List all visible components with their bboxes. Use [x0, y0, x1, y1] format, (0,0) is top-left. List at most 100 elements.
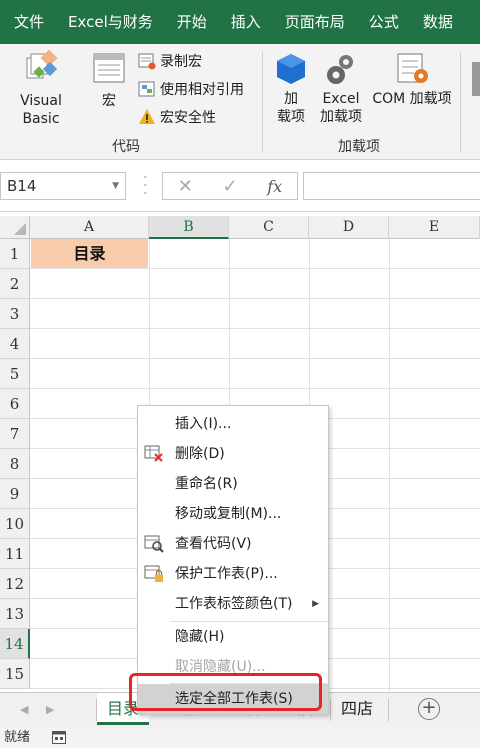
relative-reference-icon — [138, 81, 155, 97]
menu-item-view-code[interactable]: 查看代码(V) — [138, 529, 328, 559]
scroll-left-icon[interactable]: ◀ — [20, 703, 28, 716]
add-sheet-button[interactable]: + — [418, 698, 440, 720]
record-macro-label: 录制宏 — [160, 54, 202, 70]
name-box[interactable]: B14 ▼ — [0, 172, 126, 200]
visual-basic-button[interactable]: Visual Basic — [0, 50, 82, 128]
menu-label: 重命名(R) — [175, 476, 238, 492]
cancel-icon[interactable]: ✕ — [178, 176, 193, 197]
excel-addins-label-1: Excel — [322, 91, 360, 107]
row-header[interactable]: 12 — [0, 569, 30, 599]
gridline — [30, 298, 480, 299]
select-all-corner[interactable] — [0, 216, 30, 239]
column-header-b[interactable]: B — [149, 216, 229, 239]
excel-addins-button[interactable]: Excel 加载项 — [316, 52, 366, 126]
menu-item-hide[interactable]: 隐藏(H) — [138, 622, 328, 652]
macros-label: 宏 — [102, 93, 116, 109]
insert-function-icon[interactable]: fx — [267, 177, 282, 196]
row-header-selected[interactable]: 14 — [0, 629, 30, 659]
sheet-context-menu: 插入(I)... 删除(D) 重命名(R) 移动或复制(M)... 查看代码(V… — [137, 405, 329, 715]
sheet-tab-store-4[interactable]: 四店 — [331, 693, 383, 725]
enter-icon[interactable]: ✓ — [223, 176, 238, 197]
tab-insert[interactable]: 插入 — [219, 0, 273, 44]
row-header[interactable]: 6 — [0, 389, 30, 419]
group-separator — [460, 52, 461, 152]
addins-label-1: 加 — [284, 91, 298, 107]
gridline — [30, 268, 480, 269]
status-bar: 就绪 — [0, 728, 480, 748]
relative-reference-label: 使用相对引用 — [160, 82, 244, 98]
chevron-right-icon: ▶ — [312, 599, 319, 609]
row-header[interactable]: 9 — [0, 479, 30, 509]
tab-formulas[interactable]: 公式 — [357, 0, 411, 44]
menu-item-delete[interactable]: 删除(D) — [138, 439, 328, 469]
ribbon-overflow-icon — [472, 62, 480, 96]
row-header[interactable]: 10 — [0, 509, 30, 539]
row-header[interactable]: 4 — [0, 329, 30, 359]
column-header-d[interactable]: D — [309, 216, 389, 239]
macros-icon — [93, 53, 125, 83]
tab-home[interactable]: 开始 — [165, 0, 219, 44]
tab-separator — [388, 699, 389, 721]
menu-item-tab-color[interactable]: 工作表标签颜色(T) ▶ — [138, 589, 328, 619]
macros-button[interactable]: 宏 — [88, 50, 130, 110]
row-header[interactable]: 3 — [0, 299, 30, 329]
menu-item-insert[interactable]: 插入(I)... — [138, 409, 328, 439]
menu-label: 保护工作表(P)... — [175, 566, 278, 582]
relative-reference-button[interactable]: 使用相对引用 — [138, 78, 244, 100]
tab-excel-finance[interactable]: Excel与财务 — [56, 0, 165, 44]
formula-input[interactable] — [303, 172, 480, 200]
menu-item-move-copy[interactable]: 移动或复制(M)... — [138, 499, 328, 529]
formula-bar: B14 ▼ · · · ✕ ✓ fx — [0, 160, 480, 212]
column-header-c[interactable]: C — [229, 216, 309, 239]
status-ready: 就绪 — [4, 730, 31, 745]
warning-icon — [139, 109, 155, 124]
macro-security-button[interactable]: 宏安全性 — [138, 106, 216, 128]
menu-item-rename[interactable]: 重命名(R) — [138, 469, 328, 499]
column-header-a[interactable]: A — [30, 216, 149, 239]
annotation-highlight-box — [129, 673, 322, 711]
row-header[interactable]: 1 — [0, 239, 30, 269]
gear-icon — [327, 55, 353, 84]
com-addins-label: COM 加载项 — [372, 91, 452, 107]
formula-buttons: ✕ ✓ fx — [162, 172, 298, 200]
row-header[interactable]: 8 — [0, 449, 30, 479]
tab-file[interactable]: 文件 — [0, 0, 56, 44]
gridline — [389, 239, 390, 692]
tab-data[interactable]: 数据 — [411, 0, 465, 44]
row-header[interactable]: 2 — [0, 269, 30, 299]
com-addins-button[interactable]: COM 加载项 — [366, 52, 458, 108]
row-header[interactable]: 7 — [0, 419, 30, 449]
record-macro-button[interactable]: 录制宏 — [138, 50, 202, 72]
menu-label: 插入(I)... — [175, 416, 232, 432]
macro-record-status-icon[interactable] — [52, 731, 66, 744]
ribbon-developer: Visual Basic 宏 录制宏 使用相对引用 宏安全性 代码 加 载项 E… — [0, 44, 480, 160]
menu-label: 移动或复制(M)... — [175, 506, 282, 522]
delete-sheet-icon — [144, 445, 163, 462]
tab-page-layout[interactable]: 页面布局 — [273, 0, 357, 44]
row-header[interactable]: 11 — [0, 539, 30, 569]
macro-security-label: 宏安全性 — [160, 110, 216, 126]
addins-button[interactable]: 加 载项 — [270, 52, 312, 126]
row-header[interactable]: 5 — [0, 359, 30, 389]
chevron-down-icon[interactable]: ▼ — [112, 173, 119, 199]
column-header-e[interactable]: E — [389, 216, 480, 239]
lock-icon — [144, 565, 163, 582]
cell-a1[interactable]: 目录 — [31, 239, 148, 268]
gridline — [30, 388, 480, 389]
menu-label: 查看代码(V) — [175, 536, 252, 552]
addins-label-2: 载项 — [277, 109, 305, 125]
com-addins-icon — [397, 53, 428, 83]
menu-item-protect-sheet[interactable]: 保护工作表(P)... — [138, 559, 328, 589]
excel-addins-label-2: 加载项 — [320, 109, 362, 125]
drag-handle-icon[interactable]: · · · — [143, 171, 147, 201]
group-label-code: 代码 — [112, 139, 140, 155]
menu-label: 工作表标签颜色(T) — [175, 596, 293, 612]
row-header[interactable]: 13 — [0, 599, 30, 629]
menu-label: 删除(D) — [175, 446, 225, 462]
scroll-right-icon[interactable]: ▶ — [46, 703, 54, 716]
group-label-addins: 加载项 — [338, 139, 380, 155]
row-header[interactable]: 15 — [0, 659, 30, 689]
visual-basic-label: Visual Basic — [20, 93, 62, 127]
name-box-value: B14 — [7, 177, 37, 195]
menu-label: 隐藏(H) — [175, 629, 225, 645]
